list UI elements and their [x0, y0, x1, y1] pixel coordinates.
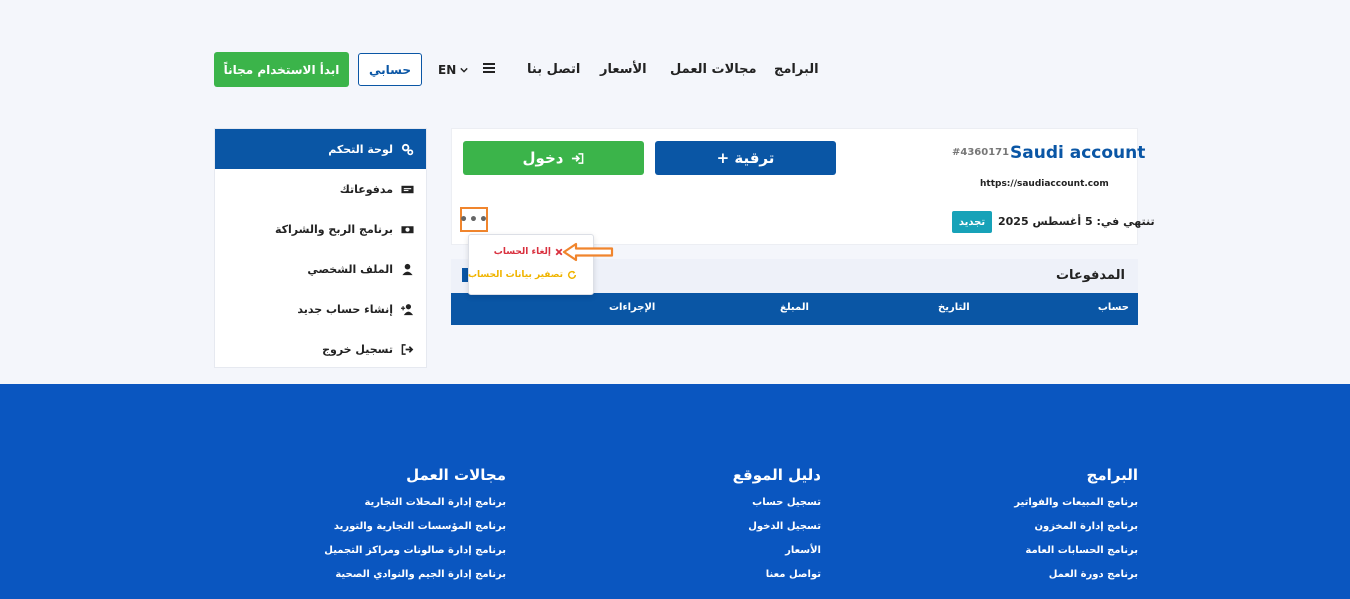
nav-fields[interactable]: مجالات العمل — [670, 62, 757, 77]
nav-programs[interactable]: البرامج — [774, 62, 819, 77]
sidebar-item-logout[interactable]: تسجيل خروج — [215, 329, 426, 369]
nav-contact[interactable]: اتصل بنا — [527, 62, 580, 77]
sidebar-item-payments[interactable]: مدفوعاتك — [215, 169, 426, 209]
reset-account-label: تصفير بيانات الحساب — [467, 270, 563, 280]
footer-link[interactable]: برنامج المبيعات والفواتير — [1014, 497, 1138, 521]
footer-column-sitemap: دليل الموقع تسجيل حساب تسجيل الدخول الأس… — [733, 466, 821, 593]
footer-link[interactable]: برنامج إدارة الجيم والنوادي الصحية — [324, 569, 506, 593]
footer-link[interactable]: برنامج الحسابات العامة — [1014, 545, 1138, 569]
start-free-button[interactable]: ابدأ الاستخدام مجاناً — [214, 52, 349, 87]
account-id: #4360171 — [952, 147, 1010, 158]
footer-link[interactable]: برنامج دورة العمل — [1014, 569, 1138, 593]
cancel-account-item[interactable]: إلغاء الحساب — [494, 247, 563, 257]
footer-title: دليل الموقع — [732, 466, 821, 484]
sidebar-item-dashboard[interactable]: لوحة التحكم — [215, 129, 426, 169]
footer-link[interactable]: برنامج إدارة صالونات ومراكز التجميل — [324, 545, 506, 569]
footer-link[interactable]: الأسعار — [733, 545, 821, 569]
sign-in-icon — [572, 152, 584, 164]
footer-link[interactable]: برنامج المؤسسات التجارية والتوريد — [324, 521, 506, 545]
language-label: EN — [438, 63, 457, 77]
cancel-account-label: إلغاء الحساب — [493, 247, 551, 257]
more-options-button[interactable]: ••• — [459, 207, 488, 232]
column-date: التاريخ — [938, 302, 970, 313]
upgrade-button[interactable]: + ترقية — [655, 141, 836, 175]
sidebar-item-new-account[interactable]: إنشاء حساب جديد — [215, 289, 426, 329]
account-name[interactable]: Saudi account — [1010, 143, 1145, 163]
cash-icon — [401, 225, 414, 233]
footer-link[interactable]: برنامج إدارة المحلات التجارية — [324, 497, 506, 521]
footer-column-fields: مجالات العمل برنامج إدارة المحلات التجار… — [324, 466, 506, 593]
cogs-icon — [401, 143, 414, 155]
account-card: دخول + ترقية #4360171 Saudi account http… — [451, 128, 1155, 245]
footer-column-programs: البرامج برنامج المبيعات والفواتير برنامج… — [1014, 466, 1138, 593]
footer-link[interactable]: برنامج إدارة المخزون — [1014, 521, 1138, 545]
money-icon — [401, 185, 414, 193]
footer-title: البرامج — [1086, 466, 1138, 484]
column-amount: المبلغ — [780, 302, 809, 313]
column-account: حساب — [1097, 302, 1129, 313]
sign-out-icon — [401, 343, 414, 355]
account-sidebar: لوحة التحكم مدفوعاتك برنامج الربح والشرا… — [214, 128, 427, 368]
sidebar-item-label: مدفوعاتك — [339, 182, 393, 196]
renew-button[interactable]: تجديد — [952, 211, 992, 233]
sidebar-item-profile[interactable]: الملف الشخصي — [215, 249, 426, 289]
payments-table-header: حساب التاريخ المبلغ الإجراءات — [451, 293, 1138, 325]
payments-title: المدفوعات — [1055, 268, 1125, 283]
footer-link[interactable]: تواصل معنا — [733, 569, 821, 593]
refresh-icon — [567, 270, 577, 279]
column-actions: الإجراءات — [609, 302, 656, 313]
nav-prices[interactable]: الأسعار — [600, 62, 647, 77]
footer-title: مجالات العمل — [406, 466, 506, 484]
login-button[interactable]: دخول — [463, 141, 644, 175]
sidebar-item-label: الملف الشخصي — [307, 262, 393, 276]
login-button-label: دخول — [522, 149, 564, 167]
my-account-button[interactable]: حسابي — [358, 53, 422, 86]
footer-link[interactable]: تسجيل حساب — [733, 497, 821, 521]
sidebar-item-label: تسجيل خروج — [322, 342, 393, 356]
chevron-down-icon — [460, 67, 468, 73]
account-url[interactable]: https://saudiaccount.com — [980, 179, 1109, 189]
sidebar-item-label: لوحة التحكم — [328, 142, 393, 156]
expiry-date: تنتهي في: 5 أغسطس 2025 — [998, 215, 1155, 228]
annotation-arrow-icon — [562, 242, 614, 262]
sidebar-item-affiliate[interactable]: برنامج الربح والشراكة — [215, 209, 426, 249]
footer-link[interactable]: تسجيل الدخول — [733, 521, 821, 545]
site-footer: البرامج برنامج المبيعات والفواتير برنامج… — [0, 384, 1350, 599]
sidebar-item-label: إنشاء حساب جديد — [297, 302, 393, 316]
language-switcher[interactable]: EN — [438, 63, 468, 77]
reset-account-item[interactable]: تصفير بيانات الحساب — [468, 270, 577, 280]
user-icon — [402, 263, 413, 275]
sidebar-item-label: برنامج الربح والشراكة — [274, 222, 393, 236]
user-plus-icon — [401, 303, 414, 315]
hamburger-menu-icon[interactable] — [482, 61, 496, 75]
